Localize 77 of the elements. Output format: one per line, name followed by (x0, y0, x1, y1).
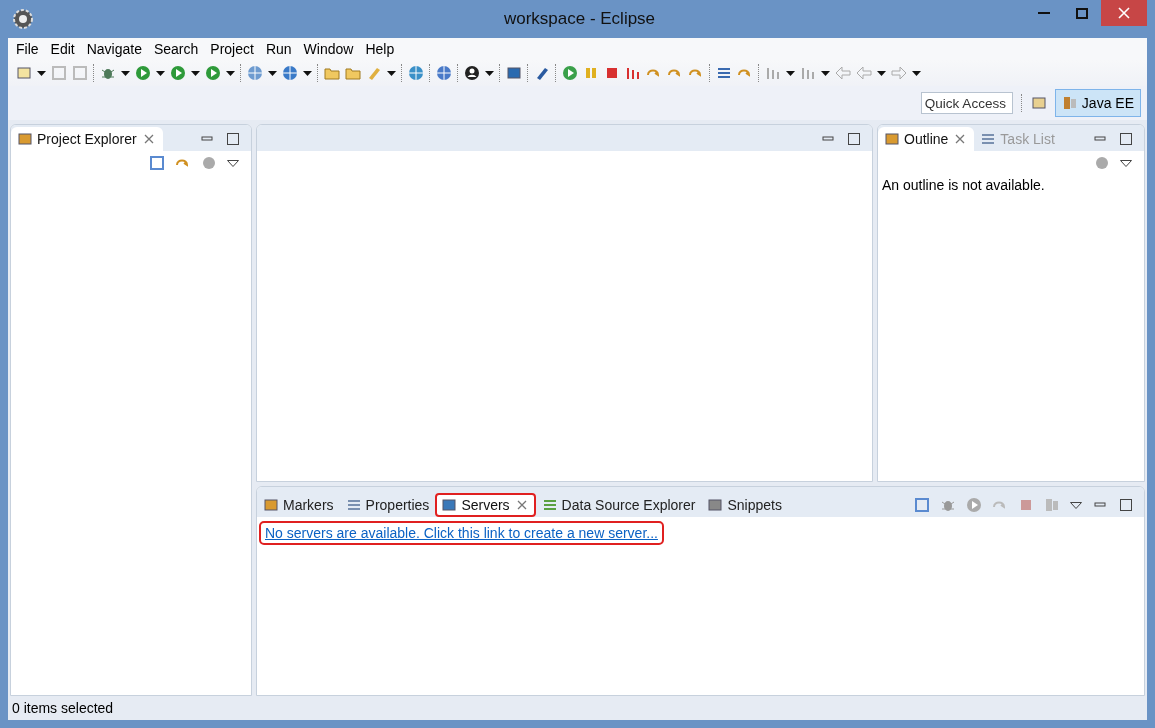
dropdown-caret-icon[interactable] (387, 70, 396, 76)
folder-icon[interactable] (345, 65, 361, 81)
perspective-icon[interactable] (1061, 95, 1078, 111)
dropdown-caret-icon[interactable] (786, 70, 795, 76)
view-tab[interactable]: Snippets (701, 493, 788, 517)
maximize-icon[interactable] (1118, 497, 1134, 513)
maximize-icon[interactable] (1118, 131, 1134, 147)
maximize-icon[interactable] (225, 131, 241, 147)
globe-icon[interactable] (436, 65, 452, 81)
pen-icon[interactable] (534, 65, 550, 81)
open-perspective-icon[interactable] (1030, 95, 1047, 111)
view-icon[interactable] (263, 497, 279, 513)
view-menu-icon[interactable] (227, 159, 239, 167)
dropdown-caret-icon[interactable] (191, 70, 200, 76)
new-window-icon[interactable] (16, 65, 32, 81)
menu-item[interactable]: Project (204, 41, 260, 57)
close-button[interactable] (1101, 0, 1147, 26)
dropdown-caret-icon[interactable] (303, 70, 312, 76)
menu-item[interactable]: Run (259, 41, 298, 57)
run-icon[interactable] (170, 65, 186, 81)
outline-message: An outline is not available. (881, 176, 1046, 195)
view-tab[interactable]: Properties (339, 493, 436, 517)
dropdown-caret-icon[interactable] (912, 70, 921, 76)
menu-item[interactable]: Edit (44, 41, 81, 57)
dropdown-caret-icon[interactable] (226, 70, 235, 76)
window-title: workspace - Eclipse (502, 9, 657, 29)
gear-icon[interactable] (12, 8, 34, 30)
menu-item[interactable]: File (10, 41, 45, 57)
view-tab[interactable]: Project Explorer (11, 127, 163, 151)
dropdown-caret-icon[interactable] (156, 70, 165, 76)
view-icon[interactable] (707, 497, 724, 513)
view-icon[interactable] (884, 131, 900, 147)
menu-item[interactable]: Help (359, 41, 401, 57)
resume-icon[interactable] (562, 65, 578, 81)
stop-icon[interactable] (1018, 497, 1034, 513)
dropdown-caret-icon[interactable] (821, 70, 830, 76)
forward-icon[interactable] (891, 65, 907, 81)
view-icon[interactable] (345, 497, 362, 513)
view-icon[interactable] (541, 497, 558, 513)
dropdown-caret-icon[interactable] (37, 70, 46, 76)
perspective-button[interactable]: Java EE (1054, 89, 1141, 117)
run-icon[interactable] (966, 497, 982, 513)
run-icon[interactable] (205, 65, 221, 81)
view-tab[interactable]: Data Source Explorer (535, 493, 702, 517)
view-icon[interactable] (980, 131, 997, 147)
quick-access-field[interactable]: Quick Access (920, 92, 1013, 114)
stop-icon[interactable] (604, 65, 620, 81)
menu-item[interactable]: Navigate (80, 41, 148, 57)
maximize-icon[interactable] (846, 131, 862, 147)
view-tab[interactable]: Outline (878, 127, 975, 151)
view-tab[interactable]: Servers (435, 493, 536, 517)
dropdown-caret-icon[interactable] (268, 70, 277, 76)
minimize-icon (1038, 12, 1050, 14)
view-menu-icon[interactable] (1070, 501, 1082, 509)
back-icon[interactable] (835, 65, 851, 81)
user-icon[interactable] (464, 65, 480, 81)
globe-icon[interactable] (408, 65, 424, 81)
back-icon[interactable] (856, 65, 872, 81)
globe-icon[interactable] (282, 65, 298, 81)
run-icon[interactable] (135, 65, 151, 81)
dropdown-caret-icon[interactable] (121, 70, 130, 76)
view-icon[interactable] (17, 131, 33, 147)
list-icon[interactable] (716, 65, 732, 81)
create-server-link[interactable]: No servers are available. Click this link to create a new server... (259, 521, 664, 545)
folder-icon[interactable] (324, 65, 340, 81)
pause-icon[interactable] (583, 65, 599, 81)
maximize-icon (1076, 7, 1088, 19)
globe-icon[interactable] (247, 65, 263, 81)
menu-item[interactable]: Search (147, 41, 205, 57)
view-icon[interactable] (441, 497, 458, 513)
dropdown-caret-icon[interactable] (485, 70, 494, 76)
status-text: 0 items selected (11, 699, 115, 718)
dropdown-caret-icon[interactable] (877, 70, 886, 76)
menu-item[interactable]: Window (297, 41, 360, 57)
view-menu-icon[interactable] (1120, 159, 1132, 167)
view-tab[interactable]: Markers (257, 493, 340, 517)
close-icon (1118, 7, 1130, 19)
